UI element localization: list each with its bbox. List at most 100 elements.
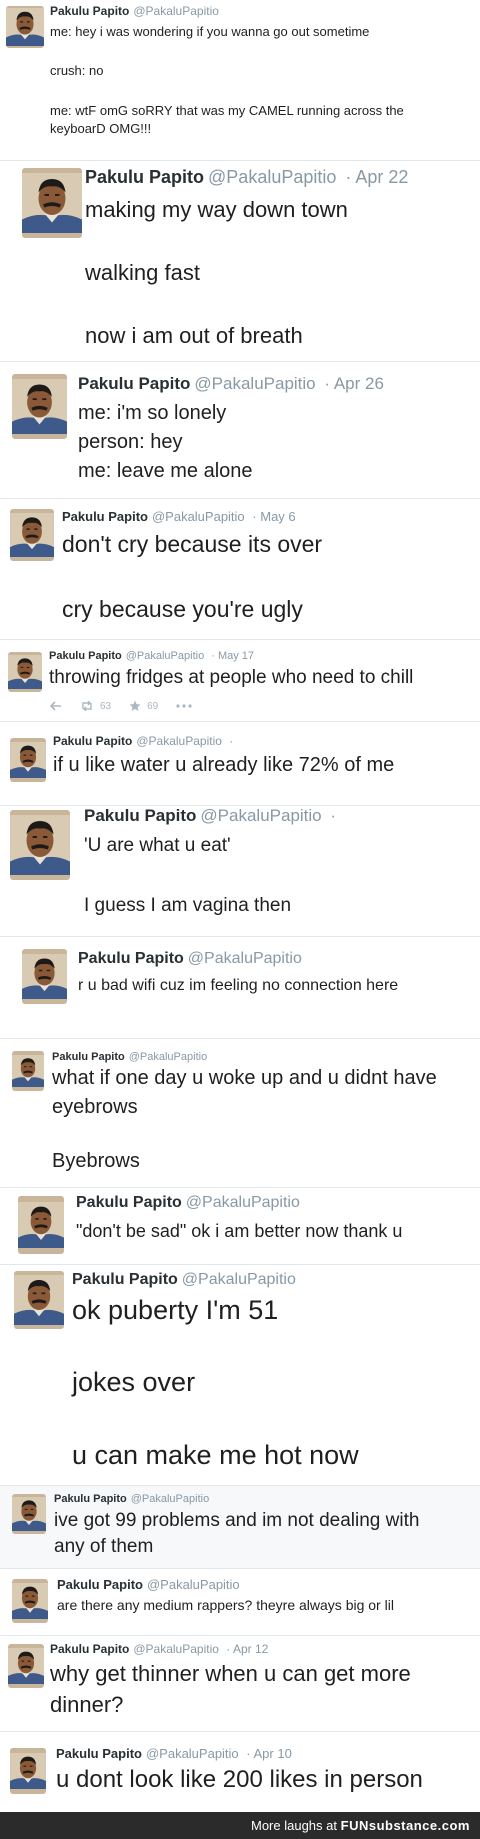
author-name[interactable]: Pakulu Papito bbox=[53, 734, 132, 748]
author-handle[interactable]: @PakaluPapitio bbox=[146, 1746, 239, 1761]
user-avatar-icon bbox=[10, 738, 46, 782]
user-avatar-icon bbox=[6, 6, 44, 48]
avatar[interactable] bbox=[12, 1579, 48, 1623]
tweet-2: Pakulu Papito @PakaluPapitio · Apr 22 mak… bbox=[0, 161, 480, 361]
user-avatar-icon bbox=[8, 652, 42, 692]
tweet-text-line: don't cry because its over bbox=[62, 531, 323, 557]
tweet-date[interactable]: Apr 22 bbox=[355, 167, 408, 187]
avatar[interactable] bbox=[10, 738, 46, 782]
tweet-text-line: crush: no bbox=[50, 63, 104, 78]
author-name[interactable]: Pakulu Papito bbox=[78, 950, 184, 967]
avatar[interactable] bbox=[10, 810, 70, 880]
more-button[interactable] bbox=[176, 704, 192, 708]
retweet-button[interactable]: 63 bbox=[80, 701, 111, 712]
avatar[interactable] bbox=[12, 1494, 46, 1534]
avatar[interactable] bbox=[18, 1196, 64, 1254]
tweet-8: Pakulu Papito @PakaluPapitio r u bad wifi… bbox=[0, 937, 480, 1038]
reply-button[interactable] bbox=[50, 701, 62, 711]
author-name[interactable]: Pakulu Papito bbox=[54, 1493, 127, 1505]
avatar[interactable] bbox=[6, 6, 44, 48]
tweet-date[interactable]: May 17 bbox=[218, 650, 254, 662]
author-handle[interactable]: @PakaluPapitio bbox=[136, 734, 222, 748]
tweet-date[interactable]: Apr 26 bbox=[334, 374, 384, 393]
author-name[interactable]: Pakulu Papito bbox=[62, 509, 148, 524]
author-handle[interactable]: @PakaluPapitio bbox=[126, 650, 204, 662]
author-handle[interactable]: @PakaluPapitio bbox=[131, 1493, 209, 1505]
author-handle[interactable]: @PakaluPapitio bbox=[194, 374, 315, 393]
user-avatar-icon bbox=[12, 1579, 48, 1623]
author-handle[interactable]: @PakaluPapitio bbox=[188, 950, 302, 967]
avatar[interactable] bbox=[22, 949, 67, 1004]
tweet-text-line: throwing fridges at people who need to c… bbox=[49, 667, 414, 688]
tweet-text-line: making my way down town bbox=[85, 197, 348, 222]
user-avatar-icon bbox=[10, 1748, 46, 1794]
tweet-15: Pakulu Papito @PakaluPapitio · Apr 10 u d… bbox=[0, 1732, 480, 1812]
author-name[interactable]: Pakulu Papito bbox=[78, 374, 190, 393]
author-handle[interactable]: @PakaluPapitio bbox=[182, 1271, 296, 1288]
avatar[interactable] bbox=[12, 374, 67, 439]
tweet-7: Pakulu Papito @PakaluPapitio · 'U are wha… bbox=[0, 806, 480, 936]
tweet-text-line: ok puberty I'm 51 bbox=[72, 1295, 279, 1325]
tweet-date[interactable]: Apr 12 bbox=[233, 1642, 268, 1656]
tweet-text-line: Byebrows bbox=[52, 1150, 140, 1172]
author-handle[interactable]: @PakaluPapitio bbox=[133, 1642, 219, 1656]
author-name[interactable]: Pakulu Papito bbox=[49, 650, 122, 662]
footer-prefix: More laughs at bbox=[251, 1818, 337, 1833]
avatar[interactable] bbox=[8, 1644, 44, 1688]
retweet-count: 63 bbox=[100, 700, 112, 712]
author-name[interactable]: Pakulu Papito bbox=[57, 1577, 143, 1592]
tweet-text-line: ive got 99 problems and im not dealing w… bbox=[54, 1510, 420, 1531]
site-link[interactable]: FUNsubstance.com bbox=[341, 1818, 470, 1833]
tweet-text-line: u can make me hot now bbox=[72, 1440, 359, 1470]
avatar[interactable] bbox=[8, 652, 42, 692]
tweet-text-line: dinner? bbox=[50, 1692, 124, 1717]
tweet-text-line: now i am out of breath bbox=[85, 323, 303, 348]
author-name[interactable]: Pakulu Papito bbox=[50, 1642, 129, 1656]
user-avatar-icon bbox=[12, 1494, 46, 1534]
avatar[interactable] bbox=[10, 1748, 46, 1794]
tweet-date[interactable]: May 6 bbox=[260, 509, 295, 524]
author-name[interactable]: Pakulu Papito bbox=[85, 167, 204, 187]
tweet-text-line: what if one day u woke up and u didnt ha… bbox=[52, 1067, 437, 1089]
favorite-count: 69 bbox=[147, 700, 159, 712]
user-avatar-icon bbox=[10, 810, 70, 880]
tweet-text-line: u dont look like 200 likes in person bbox=[56, 1766, 423, 1793]
author-name[interactable]: Pakulu Papito bbox=[56, 1746, 142, 1761]
tweet-text-line: if u like water u already like 72% of me bbox=[53, 754, 395, 776]
tweet-date[interactable]: Apr 10 bbox=[254, 1746, 292, 1761]
user-avatar-icon bbox=[8, 1644, 44, 1688]
author-name[interactable]: Pakulu Papito bbox=[72, 1271, 178, 1288]
tweet-text-line: keyboarD OMG!!! bbox=[50, 121, 152, 136]
user-avatar-icon bbox=[12, 1051, 44, 1091]
author-name[interactable]: Pakulu Papito bbox=[50, 4, 129, 18]
author-handle[interactable]: @PakaluPapitio bbox=[200, 806, 321, 825]
tweet-text-line: me: i'm so lonely bbox=[78, 402, 227, 424]
author-handle[interactable]: @PakaluPapitio bbox=[152, 509, 245, 524]
reply-icon bbox=[50, 701, 61, 711]
author-name[interactable]: Pakulu Papito bbox=[84, 806, 196, 825]
author-handle[interactable]: @PakaluPapitio bbox=[208, 167, 336, 187]
author-handle[interactable]: @PakaluPapitio bbox=[147, 1577, 240, 1592]
tweet-text-line: jokes over bbox=[72, 1367, 196, 1397]
user-avatar-icon bbox=[18, 1196, 64, 1254]
user-avatar-icon bbox=[22, 168, 82, 238]
author-name[interactable]: Pakulu Papito bbox=[76, 1194, 182, 1211]
avatar[interactable] bbox=[10, 509, 54, 561]
tweet-text-line: person: hey bbox=[78, 431, 183, 453]
tweet-text-line: me: wtF omG soRRY that was my CAMEL runn… bbox=[50, 103, 404, 118]
tweet-1: Pakulu Papito @PakaluPapitio me: hey i wa… bbox=[0, 0, 480, 160]
tweet-text-line: eyebrows bbox=[52, 1096, 138, 1118]
tweet-6: Pakulu Papito @PakaluPapitio · if u like … bbox=[0, 722, 480, 805]
tweet-5: Pakulu Papito @PakaluPapitio · May 17 thr… bbox=[0, 640, 480, 721]
author-handle[interactable]: @PakaluPapitio bbox=[133, 4, 219, 18]
author-name[interactable]: Pakulu Papito bbox=[52, 1051, 125, 1063]
avatar[interactable] bbox=[14, 1271, 64, 1329]
tweet-14: Pakulu Papito @PakaluPapitio · Apr 12 why… bbox=[0, 1636, 480, 1731]
favorite-button[interactable]: 69 bbox=[129, 700, 158, 712]
avatar[interactable] bbox=[22, 168, 82, 238]
tweet-text-line: why get thinner when u can get more bbox=[50, 1661, 411, 1686]
author-handle[interactable]: @PakaluPapitio bbox=[129, 1051, 207, 1063]
avatar[interactable] bbox=[12, 1051, 44, 1091]
tweet-11: Pakulu Papito @PakaluPapitio ok puberty I… bbox=[0, 1265, 480, 1485]
author-handle[interactable]: @PakaluPapitio bbox=[186, 1194, 300, 1211]
